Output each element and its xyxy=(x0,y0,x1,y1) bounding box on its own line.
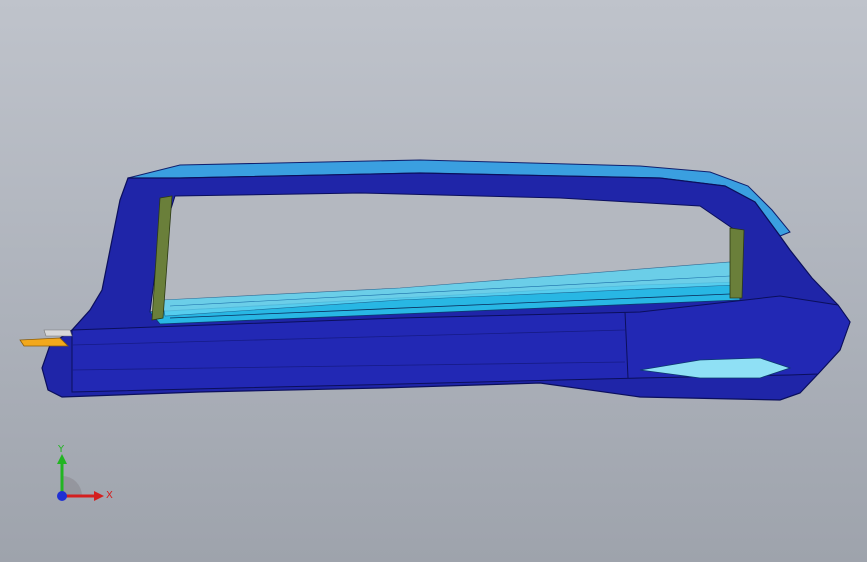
3d-part-model[interactable] xyxy=(19,159,851,401)
x-axis-arrowhead xyxy=(94,491,104,501)
front-tab xyxy=(19,337,69,347)
axis-triad: Y X xyxy=(57,444,113,501)
z-axis-dot xyxy=(57,491,67,501)
y-axis-label: Y xyxy=(57,444,65,455)
right-bracket xyxy=(729,227,745,299)
graphics-viewport[interactable] xyxy=(0,0,867,562)
front-tab-upper xyxy=(43,329,73,337)
y-axis-arrowhead xyxy=(57,454,67,464)
x-axis-label: X xyxy=(106,490,113,501)
